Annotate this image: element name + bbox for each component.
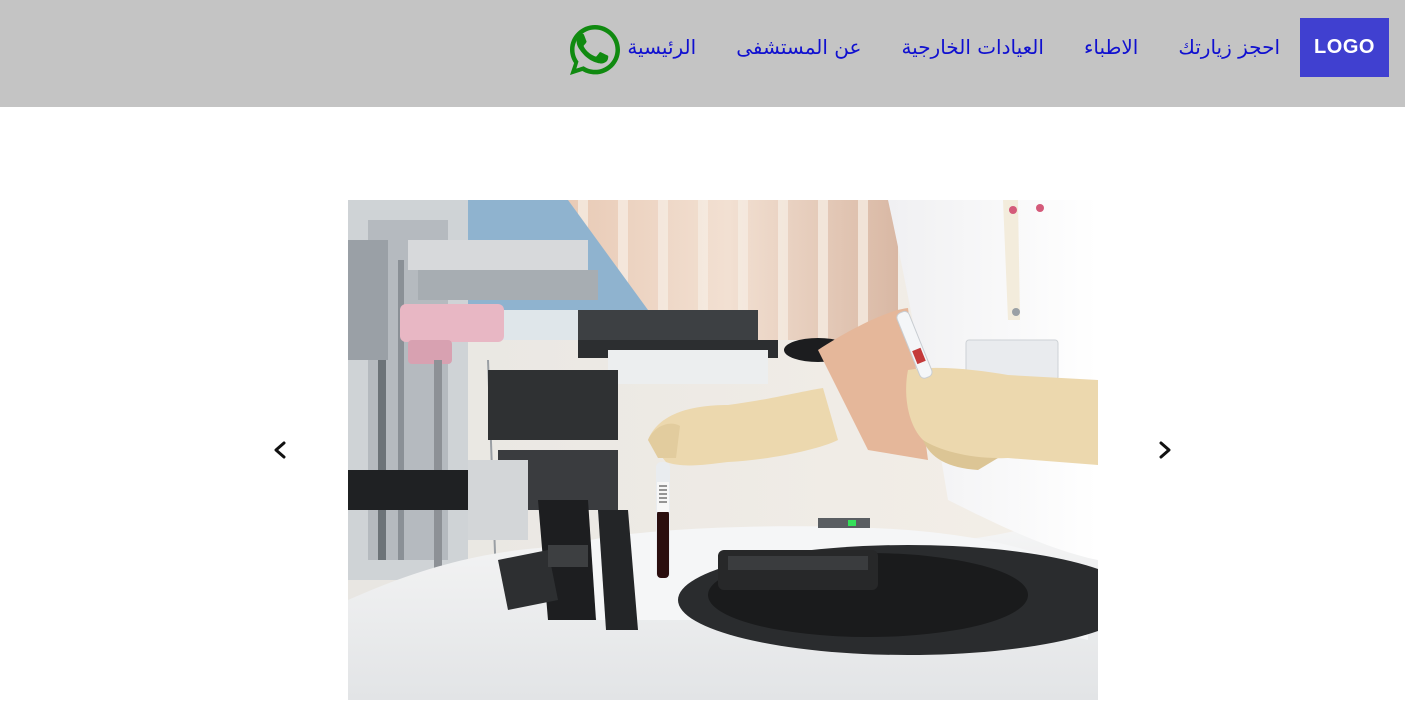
- nav-link-doctors[interactable]: الاطباء: [1084, 35, 1138, 59]
- nav-link-home[interactable]: الرئيسية: [627, 35, 696, 59]
- nav-link-clinics[interactable]: العيادات الخارجية: [901, 35, 1044, 59]
- carousel-image: [348, 200, 1098, 700]
- nav-link-about[interactable]: عن المستشفى: [736, 35, 861, 59]
- logo[interactable]: LOGO: [1300, 18, 1389, 77]
- navbar: LOGO الرئيسية عن المستشفى العيادات الخار…: [0, 0, 1405, 107]
- whatsapp-icon[interactable]: [566, 21, 624, 79]
- chevron-right-icon[interactable]: [1151, 436, 1179, 464]
- nav-link-booking[interactable]: احجز زيارتك: [1178, 35, 1280, 59]
- chevron-left-icon[interactable]: [266, 436, 294, 464]
- nav-links: الرئيسية عن المستشفى العيادات الخارجية ا…: [627, 30, 1280, 64]
